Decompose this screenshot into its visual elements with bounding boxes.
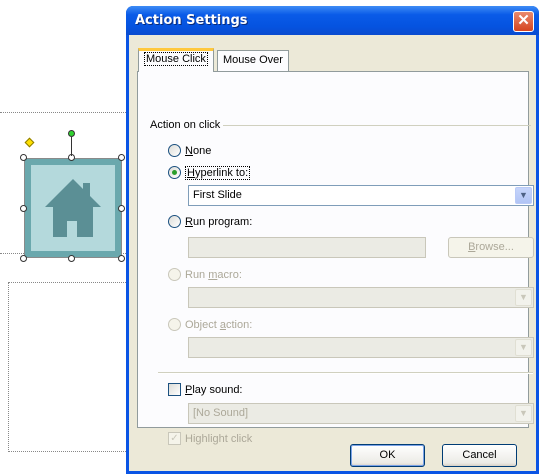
- radio-none-button[interactable]: [168, 144, 181, 157]
- tab-mouse-over-label: Mouse Over: [223, 54, 283, 66]
- radio-hyperlink[interactable]: Hyperlink to:: [168, 165, 251, 180]
- resize-handle-se[interactable]: [118, 255, 125, 262]
- adjustment-handle[interactable]: [24, 137, 35, 148]
- cancel-button[interactable]: Cancel: [442, 444, 517, 467]
- dialog-title: Action Settings: [135, 13, 248, 28]
- play-sound-checkbox[interactable]: Play sound:: [168, 382, 243, 397]
- resize-handle-s[interactable]: [68, 255, 75, 262]
- object-action-dropdown[interactable]: ▼: [188, 337, 534, 358]
- sound-dropdown-value: [No Sound]: [193, 407, 249, 419]
- chevron-down-icon[interactable]: ▼: [515, 405, 532, 422]
- radio-run-program-button[interactable]: [168, 215, 181, 228]
- close-button[interactable]: ✕: [513, 11, 534, 32]
- rotation-handle-stem: [71, 137, 72, 156]
- separator: [158, 372, 533, 374]
- checkmark-icon[interactable]: ✓: [168, 432, 181, 445]
- radio-none-label: None: [185, 144, 212, 157]
- action-settings-dialog: Action Settings ✕ Mouse Click Mouse Over…: [126, 6, 539, 474]
- slide-placeholder[interactable]: [8, 282, 138, 452]
- resize-handle-sw[interactable]: [20, 255, 27, 262]
- radio-none[interactable]: None: [168, 143, 211, 158]
- selection-frame: [24, 158, 122, 258]
- close-icon: ✕: [517, 12, 530, 29]
- highlight-click-checkbox[interactable]: ✓ Highlight click: [168, 431, 252, 446]
- radio-run-macro[interactable]: Run macro:: [168, 267, 242, 282]
- tab-mouse-click-label: Mouse Click: [144, 52, 208, 66]
- radio-object-action-button[interactable]: [168, 318, 181, 331]
- radio-hyperlink-button[interactable]: [168, 166, 181, 179]
- action-group-label: Action on click: [150, 119, 224, 131]
- resize-handle-nw[interactable]: [20, 154, 27, 161]
- tab-panel: Action on click None Hyperlink to: First…: [137, 71, 534, 445]
- action-group-line: [208, 125, 531, 126]
- resize-handle-w[interactable]: [20, 205, 27, 212]
- ok-button[interactable]: OK: [350, 444, 425, 467]
- radio-object-action-label: Object action:: [185, 318, 253, 331]
- slide-boundary-top: [0, 112, 126, 113]
- resize-handle-ne[interactable]: [118, 154, 125, 161]
- tab-mouse-over[interactable]: Mouse Over: [217, 50, 289, 71]
- chevron-down-icon[interactable]: ▼: [515, 339, 532, 356]
- hyperlink-dropdown-value: First Slide: [193, 189, 242, 201]
- chevron-down-icon[interactable]: ▼: [515, 187, 532, 204]
- highlight-click-label: Highlight click: [185, 432, 253, 445]
- radio-hyperlink-label: Hyperlink to:: [185, 165, 251, 180]
- hyperlink-dropdown[interactable]: First Slide ▼: [188, 185, 534, 206]
- radio-run-program[interactable]: Run program:: [168, 214, 252, 229]
- browse-button[interactable]: Browse...: [448, 237, 534, 258]
- radio-object-action[interactable]: Object action:: [168, 317, 252, 332]
- macro-dropdown[interactable]: ▼: [188, 287, 534, 308]
- chevron-down-icon[interactable]: ▼: [515, 289, 532, 306]
- radio-run-macro-button[interactable]: [168, 268, 181, 281]
- play-sound-label: Play sound:: [185, 383, 243, 396]
- rotation-handle[interactable]: [68, 130, 75, 137]
- dialog-client: Mouse Click Mouse Over Action on click N…: [129, 35, 536, 471]
- sound-dropdown[interactable]: [No Sound] ▼: [188, 403, 534, 424]
- tab-mouse-click[interactable]: Mouse Click: [138, 48, 214, 72]
- radio-run-program-label: Run program:: [185, 215, 253, 228]
- dialog-titlebar[interactable]: Action Settings ✕: [126, 6, 539, 35]
- radio-run-macro-label: Run macro:: [185, 268, 242, 281]
- program-path-input[interactable]: [188, 237, 426, 258]
- resize-handle-e[interactable]: [118, 205, 125, 212]
- play-sound-checkbox-box[interactable]: [168, 383, 181, 396]
